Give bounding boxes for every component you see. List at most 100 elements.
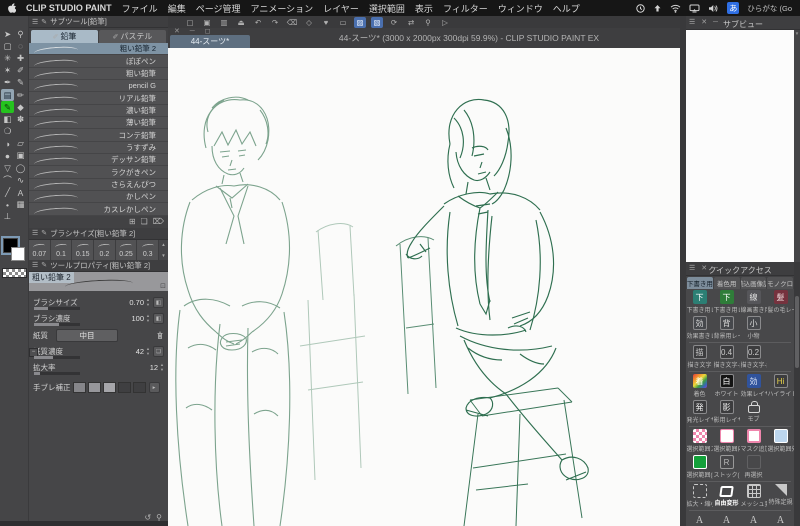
rotate-view-icon[interactable]: ⟳ [388,17,400,28]
auto-select-tool[interactable]: ✳ [1,52,14,64]
brush-list-item[interactable]: 濃い鉛筆 [29,104,168,118]
input-source-up-icon[interactable] [653,4,662,13]
brush-size-preset[interactable]: 0.07 [29,239,51,260]
qa-item[interactable]: Hi ハイライト用 [767,373,794,399]
zoom-view-icon[interactable]: ⚲ [422,17,434,28]
brush-density-dynamics-button[interactable]: ◧ [153,313,164,325]
brush-size-preset[interactable]: 0.25 [115,239,138,260]
qa-item[interactable]: 白ホワイト [713,373,740,399]
subview-scrollbar[interactable]: ▼ [794,30,800,262]
move-tool[interactable]: ✚ [14,52,27,64]
redo-icon[interactable]: ↷ [269,17,281,28]
pen-tool[interactable]: ✒ [1,77,14,89]
stabilization-level-5[interactable] [132,382,146,394]
qa-item[interactable]: 描描き文字 [686,344,713,370]
dot-tool[interactable]: • [1,199,14,211]
tab-pencil[interactable]: ✐ 鉛筆 [31,30,98,43]
qa-item[interactable]: 効効果レイヤー [740,373,767,399]
background-color-swatch[interactable] [11,247,25,261]
wave-tool[interactable]: ∿ [14,174,27,186]
brush-list-item[interactable]: デッサン鉛筆 [29,154,168,167]
quick-access-scrollbar[interactable] [794,262,800,526]
qa-item[interactable]: 選択範囲外 [767,428,794,454]
brush-list-item[interactable]: 薄い鉛筆 [29,117,168,130]
panel-menu-icon[interactable]: ☰ [32,261,38,269]
qa-item[interactable]: 影影用レイヤー [713,399,740,425]
brush-density-value[interactable]: 100 ▲ ▼ [132,314,150,324]
marquee-select-tool[interactable]: ▢ [1,40,14,52]
brush-size-panel-header[interactable]: ☰ ✎ ブラシサイズ[粗い鉛筆 2] [29,227,168,240]
brush-list-item[interactable]: さらえんぴつ [29,178,168,192]
qa-item[interactable]: 拡大・縮小( [686,483,713,509]
marker-pen-tool[interactable]: ✎ [14,77,27,89]
blend-tool[interactable]: ✽ [14,113,27,125]
qa-item[interactable]: 0.4 描き文字-線0 [713,344,740,370]
menubar-app-name[interactable]: CLIP STUDIO PAINT [26,3,112,13]
brush-list-item[interactable]: ラクがきペン [29,166,168,179]
brush-tool[interactable]: ✏ [14,89,27,101]
stepper-icon[interactable]: ▲ ▼ [146,298,150,307]
transparent-color-swatch[interactable] [2,268,27,278]
qa-item[interactable]: 特殊定規 [767,483,794,509]
qa-item[interactable]: 線線画書き用レ [740,289,767,315]
curve-tool[interactable]: ⌒ [1,174,14,186]
volume-icon[interactable] [708,4,719,13]
qa-item[interactable]: 自由変形 [713,483,740,509]
brush-list-item[interactable]: かしペン [29,191,168,204]
menubar-item[interactable]: 表示 [415,2,433,15]
decoration-tool[interactable]: ◑ [1,138,14,150]
menubar-item[interactable]: ページ管理 [196,2,241,15]
deselect-icon[interactable]: ◇ [303,17,315,28]
stepper-icon[interactable]: ▲ ▼ [146,347,150,356]
object-tool[interactable]: ➤ [1,28,14,40]
qa-item[interactable]: 下下書き用レイ [713,289,740,315]
fill-tool[interactable]: ◧ [1,113,14,125]
lasso-select-tool[interactable]: ◌ [14,40,27,52]
qa-item[interactable]: 選択範囲(緑 [686,454,713,480]
stabilization-expand-button[interactable]: ▸ [148,382,160,394]
qa-item[interactable]: 選択範囲ス [686,428,713,454]
export-icon[interactable]: ⏏ [235,17,247,28]
pencil-tool[interactable]: ▤ [1,88,14,102]
zoom-tool[interactable]: ⚲ [14,28,27,40]
display-icon[interactable] [689,4,700,13]
qa-item[interactable]: 再選択 [740,454,767,480]
register-icon[interactable]: ⊡ [160,282,166,290]
menubar-item[interactable]: 編集 [168,2,186,15]
qa-item[interactable]: 背背景用レイヤ [713,315,740,341]
quick-access-tab[interactable]: 読込画像調 [740,277,767,289]
qa-item[interactable]: 効効果書きレイ [686,315,713,341]
delete-subtool-icon[interactable]: ⌦ [153,217,164,226]
favorite-icon[interactable]: ♥ [320,17,332,28]
texture-density-slider[interactable] [34,355,80,359]
qa-item[interactable]: A本文-明-12pt [740,512,767,526]
apple-menu-icon[interactable] [8,3,16,13]
brush-size-preset[interactable]: 0.1 [50,239,73,260]
brush-list-item[interactable]: コンテ鉛筆 [29,129,168,142]
subview-image[interactable] [686,30,794,262]
gradient-tool[interactable]: ● [1,150,14,162]
brush-size-value[interactable]: 0.70 ▲ ▼ [129,298,150,308]
qa-item[interactable]: 発発光レイヤー [686,399,713,425]
time-machine-icon[interactable] [636,3,646,13]
ime-mode-label[interactable]: ひらがな (Go [747,3,792,14]
save-icon[interactable]: ▥ [218,17,230,28]
effect-tool[interactable]: ✶ [1,65,14,77]
snap-special-ruler-icon[interactable]: ▧ [371,16,383,28]
snap-ruler-icon[interactable]: ▨ [354,16,366,28]
qa-item[interactable]: メッシュ変形 [740,483,767,509]
menubar-item[interactable]: アニメーション [251,2,314,15]
quick-access-tab[interactable]: 着色用 [713,277,740,289]
balloon-tool[interactable]: ❍ [1,126,14,138]
qa-item[interactable]: 着着色 [686,373,713,399]
eraser-tool[interactable]: ▱ [14,138,27,150]
quick-access-tab[interactable]: 下書き用 [687,277,713,289]
ellipse-tool[interactable]: ◯ [14,162,27,174]
line-tool[interactable]: ╱ [1,186,14,198]
canvas[interactable] [168,48,680,526]
qa-item[interactable]: R ストック(し [713,454,740,480]
menubar-item[interactable]: レイヤー [323,2,359,15]
qa-item[interactable]: モブ [740,399,767,425]
brush-list-item[interactable]: うすずみ [29,141,168,155]
menubar-item[interactable]: 選択範囲 [369,2,405,15]
